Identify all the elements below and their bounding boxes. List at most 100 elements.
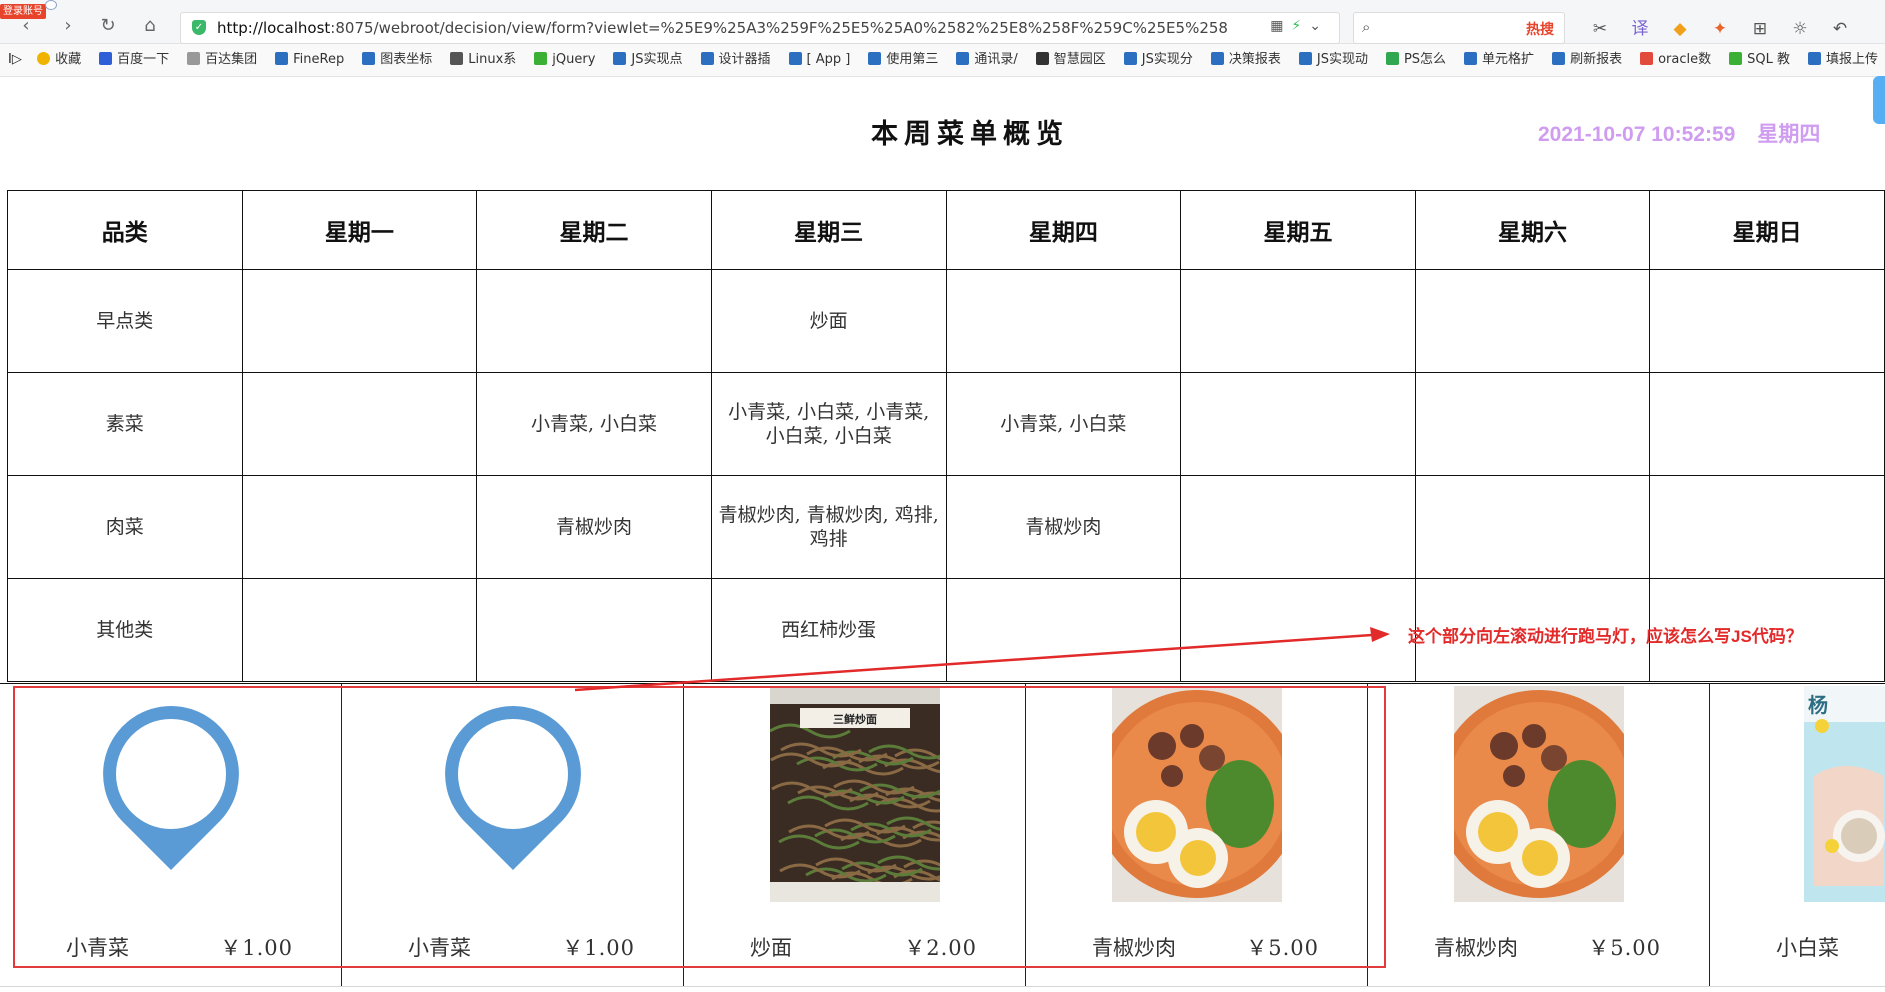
bookmark-item[interactable]: 图表坐标 — [362, 44, 432, 76]
bird-icon — [1035, 52, 1049, 65]
bookmark-item[interactable]: 通讯录/ — [956, 44, 1018, 76]
dish-cell — [1180, 475, 1416, 579]
finereport-icon — [613, 52, 627, 65]
bookmark-label: PS怎么 — [1403, 52, 1447, 67]
scissors-icon[interactable]: ✂ — [1580, 19, 1620, 39]
dish-cell — [945, 269, 1182, 373]
weekly-menu-table: 品类 星期一 星期二 星期三 星期四 星期五 星期六 星期日 早点类 炒面 素菜 小青菜, 小白菜小… — [7, 190, 1885, 682]
header-weekday: 星期三 — [710, 190, 947, 270]
bookmark-item[interactable]: JS实现点 — [613, 44, 683, 76]
finereport-icon — [1464, 52, 1478, 65]
bookmark-label: Linux系 — [468, 52, 517, 67]
game-icon[interactable]: ✦ — [1700, 19, 1740, 39]
q-icon — [1385, 52, 1399, 65]
bookmark-item[interactable]: JS实现分 — [1123, 44, 1193, 76]
baidu-icon — [99, 52, 113, 65]
clock-weekday: 星期四 — [1757, 123, 1821, 146]
url-text[interactable]: http://localhost:8075/webroot/decision/v… — [217, 18, 1227, 38]
lightning-icon[interactable]: ⚡ — [1291, 18, 1309, 34]
bookmark-item[interactable]: SQL 教 — [1729, 44, 1790, 76]
header-weekday: 星期二 — [476, 190, 712, 270]
bookmark-item[interactable]: 单元格扩 — [1464, 44, 1534, 76]
table-row: 肉菜 青椒炒肉 青椒炒肉, 青椒炒肉, 鸡排, 鸡排 青椒炒肉 — [7, 475, 1885, 579]
bookmark-label: SQL 教 — [1747, 52, 1790, 67]
dish-card[interactable]: 青椒炒肉 ￥5.00 — [1368, 684, 1710, 986]
category-cell: 早点类 — [7, 269, 243, 373]
finereport-icon — [1210, 52, 1224, 65]
dish-cell — [1414, 475, 1651, 579]
dish-card[interactable]: 杨小白菜 — [1710, 684, 1885, 986]
dish-cell — [241, 578, 478, 682]
bookmark-item[interactable]: JS实现动 — [1298, 44, 1368, 76]
apps-grid-icon[interactable]: ⊞ — [1740, 19, 1780, 39]
bookmark-item[interactable]: 百达集团 — [187, 44, 257, 76]
annotation-text: 这个部分向左滚动进行跑马灯，应该怎么写JS代码？ — [1408, 627, 1803, 646]
header-weekday: 星期日 — [1649, 190, 1885, 270]
reload-icon[interactable]: ↻ — [96, 14, 120, 38]
brightness-icon[interactable]: ☼ — [1780, 19, 1820, 39]
finereport-icon — [700, 52, 714, 65]
dish-price: ￥5.00 — [1588, 936, 1661, 960]
bookmark-label: 使用第三 — [886, 52, 939, 67]
dish-cell — [241, 475, 478, 579]
hot-search-tag[interactable]: 热搜 — [1526, 19, 1554, 39]
bookmark-item[interactable]: 收藏 — [37, 44, 81, 76]
bookmark-label: JS实现点 — [631, 52, 683, 67]
bookmark-label: 设计器插 — [718, 52, 771, 67]
bookmark-item[interactable]: 填报上传 — [1807, 44, 1878, 76]
home-icon[interactable]: ⌂ — [138, 14, 162, 38]
undo-icon[interactable]: ↶ — [1820, 19, 1860, 39]
finereport-icon — [788, 52, 802, 65]
translate-icon[interactable]: 译 — [1620, 14, 1660, 39]
clock-datetime: 2021-10-07 10:52:59 — [1538, 123, 1736, 146]
toolbar-icons: ✂ 译 ◆ ✦ ⊞ ☼ ↶ — [1580, 14, 1860, 39]
bookmark-label: 刷新报表 — [1570, 52, 1623, 67]
dish-cell — [1649, 269, 1885, 373]
bookmark-item[interactable]: 决策报表 — [1210, 44, 1281, 76]
bookmark-item[interactable]: 设计器插 — [700, 44, 771, 76]
bookmark-item[interactable]: FineRep — [275, 44, 344, 76]
dish-cell: 小青菜, 小白菜 — [945, 372, 1182, 476]
bookmark-label: 通讯录/ — [974, 52, 1018, 67]
bookmark-item[interactable]: 智慧园区 — [1035, 44, 1106, 76]
star-icon — [37, 52, 51, 65]
bookmark-item[interactable]: 刷新报表 — [1552, 44, 1622, 76]
bookmark-item[interactable]: PS怎么 — [1385, 44, 1447, 76]
dish-name: 青椒炒肉 — [1434, 936, 1518, 960]
address-actions: ▦⚡⌄ — [1270, 18, 1329, 34]
bookmark-label: 单元格扩 — [1482, 52, 1535, 67]
bookmark-item[interactable]: Linux系 — [450, 44, 516, 76]
finereport-icon — [1298, 52, 1312, 65]
search-box[interactable]: ⌕ 热搜 — [1353, 12, 1565, 44]
milk-tea-photo: 杨 — [1804, 686, 1885, 902]
browser-toolbar: 登录账号 ‹ › ↻ ⌂ ✓ http://localhost:8075/web… — [0, 0, 1885, 44]
bookmark-item[interactable]: [ App ] — [788, 44, 850, 76]
bookmark-label: 百度一下 — [117, 52, 170, 67]
dish-cell — [1649, 475, 1885, 579]
bookmark-item[interactable]: jQuery — [534, 44, 595, 76]
dish-name: 小白菜 — [1776, 936, 1839, 960]
bookmark-label: 图表坐标 — [380, 52, 433, 67]
header-weekday: 星期一 — [241, 190, 478, 270]
bookmark-label: JS实现动 — [1316, 52, 1368, 67]
back-icon[interactable]: ‹ — [14, 14, 38, 38]
bookmark-item[interactable]: oracle数 — [1640, 44, 1711, 76]
bookmark-item[interactable]: 使用第三 — [868, 44, 938, 76]
dish-cell — [1180, 578, 1416, 682]
qr-code-icon[interactable]: ▦ — [1270, 18, 1291, 34]
category-cell: 素菜 — [7, 372, 243, 476]
shield-extension-icon[interactable]: ◆ — [1660, 19, 1700, 39]
dish-cell — [1649, 372, 1885, 476]
bookmark-label: 收藏 — [55, 52, 82, 67]
finereport-icon — [1807, 52, 1821, 65]
bookmark-label: 填报上传 — [1825, 52, 1878, 67]
forward-icon[interactable]: › — [56, 14, 80, 38]
chevron-down-icon[interactable]: ⌄ — [1309, 18, 1329, 34]
finereport-icon — [1552, 52, 1566, 65]
bookmark-item[interactable]: 百度一下 — [99, 44, 169, 76]
profile-icon[interactable] — [45, 0, 57, 10]
header-weekday: 星期四 — [945, 190, 1182, 270]
sidebar-toggle-icon[interactable]: I▷ — [0, 52, 32, 67]
address-bar[interactable]: ✓ http://localhost:8075/webroot/decision… — [180, 12, 1340, 44]
dish-cell: 青椒炒肉 — [945, 475, 1182, 579]
